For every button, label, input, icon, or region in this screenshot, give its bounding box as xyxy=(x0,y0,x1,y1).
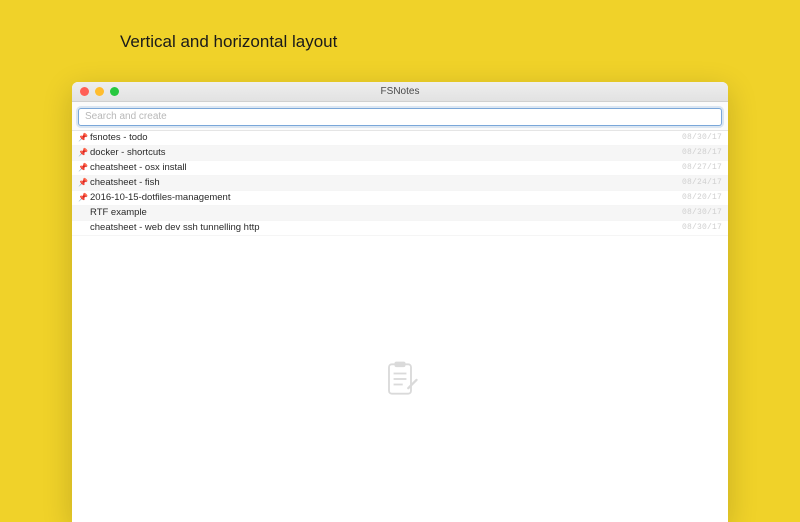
clipboard-icon xyxy=(378,357,422,401)
search-input[interactable] xyxy=(78,108,722,126)
list-item[interactable]: 📌2016-10-15-dotfiles-management08/20/17 xyxy=(72,191,728,206)
titlebar[interactable]: FSNotes xyxy=(72,82,728,102)
note-date: 08/30/17 xyxy=(682,133,722,142)
list-item[interactable]: 📌fsnotes - todo08/30/17 xyxy=(72,131,728,146)
note-title: cheatsheet - osx install xyxy=(90,162,682,173)
window-title: FSNotes xyxy=(72,86,728,97)
pin-icon: 📌 xyxy=(78,193,88,202)
pin-icon: 📌 xyxy=(78,148,88,157)
note-title: cheatsheet - fish xyxy=(90,177,682,188)
list-item[interactable]: RTF example08/30/17 xyxy=(72,206,728,221)
note-date: 08/20/17 xyxy=(682,193,722,202)
note-date: 08/30/17 xyxy=(682,208,722,217)
list-item[interactable]: 📌docker - shortcuts08/28/17 xyxy=(72,146,728,161)
note-list: 📌fsnotes - todo08/30/17📌docker - shortcu… xyxy=(72,131,728,236)
list-item[interactable]: 📌cheatsheet - fish08/24/17 xyxy=(72,176,728,191)
pin-icon: 📌 xyxy=(78,178,88,187)
note-title: fsnotes - todo xyxy=(90,132,682,143)
list-item[interactable]: cheatsheet - web dev ssh tunnelling http… xyxy=(72,221,728,236)
note-date: 08/30/17 xyxy=(682,223,722,232)
note-date: 08/24/17 xyxy=(682,178,722,187)
empty-editor xyxy=(72,236,728,522)
note-title: 2016-10-15-dotfiles-management xyxy=(90,192,682,203)
note-date: 08/28/17 xyxy=(682,148,722,157)
page-title: Vertical and horizontal layout xyxy=(120,32,337,52)
pin-icon: 📌 xyxy=(78,163,88,172)
note-title: cheatsheet - web dev ssh tunnelling http xyxy=(90,222,682,233)
note-title: docker - shortcuts xyxy=(90,147,682,158)
search-bar-wrap xyxy=(72,102,728,131)
note-title: RTF example xyxy=(90,207,682,218)
app-window: FSNotes 📌fsnotes - todo08/30/17📌docker -… xyxy=(72,82,728,522)
list-item[interactable]: 📌cheatsheet - osx install08/27/17 xyxy=(72,161,728,176)
pin-icon: 📌 xyxy=(78,133,88,142)
note-date: 08/27/17 xyxy=(682,163,722,172)
